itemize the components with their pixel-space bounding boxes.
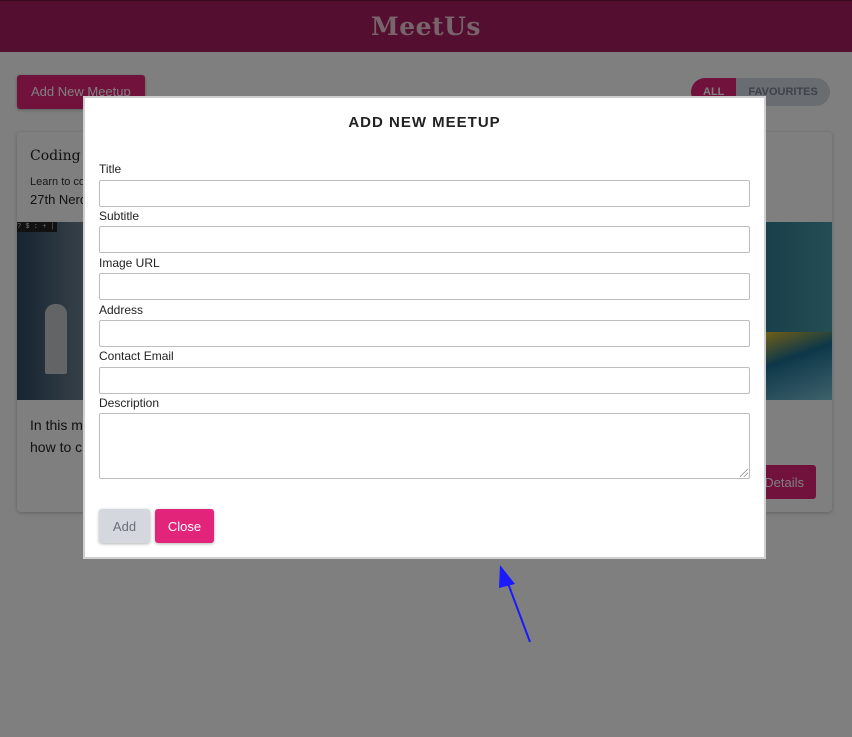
title-input[interactable] (99, 180, 750, 207)
address-label: Address (99, 303, 144, 317)
resize-grip-icon[interactable] (740, 469, 748, 477)
address-input[interactable] (99, 320, 750, 347)
contact-email-label: Contact Email (99, 349, 174, 363)
close-button[interactable]: Close (155, 509, 214, 543)
description-textarea[interactable] (99, 413, 750, 479)
modal-title: ADD NEW MEETUP (348, 114, 501, 131)
image-url-input[interactable] (99, 273, 750, 300)
contact-email-input[interactable] (99, 367, 750, 394)
add-button[interactable]: Add (99, 509, 150, 543)
description-label: Description (99, 396, 160, 410)
title-label: Title (99, 162, 122, 176)
add-meetup-modal: ADD NEW MEETUP Title Subtitle Image URL … (83, 96, 766, 559)
image-url-label: Image URL (99, 256, 160, 270)
subtitle-input[interactable] (99, 226, 750, 253)
arrow-icon (499, 565, 531, 643)
subtitle-label: Subtitle (99, 209, 140, 223)
